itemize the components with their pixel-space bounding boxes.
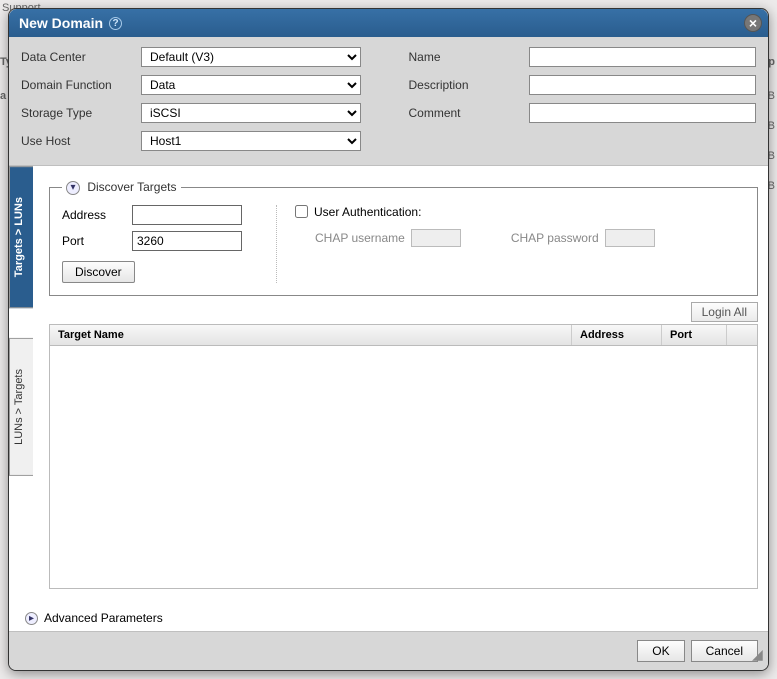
use-host-select[interactable]: Host1 [141, 131, 361, 151]
user-auth-checkbox[interactable] [295, 205, 308, 218]
col-port[interactable]: Port [662, 325, 727, 345]
name-label: Name [409, 50, 529, 64]
login-all-button[interactable]: Login All [691, 302, 758, 322]
form-area: Data Center Default (V3) Domain Function… [9, 37, 768, 165]
table-header: Target Name Address Port [50, 325, 757, 346]
domain-function-label: Domain Function [21, 78, 141, 92]
close-icon[interactable]: × [744, 14, 762, 32]
new-domain-dialog: New Domain ? × Data Center Default (V3) … [8, 8, 769, 671]
ok-button[interactable]: OK [637, 640, 684, 662]
dialog-title: New Domain [19, 15, 103, 31]
discover-button[interactable]: Discover [62, 261, 135, 283]
name-input[interactable] [529, 47, 757, 67]
chap-password-input [605, 229, 655, 247]
main-panel: Targets > LUNs LUNs > Targets ▾ Discover… [9, 165, 768, 599]
storage-type-label: Storage Type [21, 106, 141, 120]
table-body [50, 346, 757, 588]
port-label: Port [62, 234, 132, 248]
use-host-label: Use Host [21, 134, 141, 148]
address-input[interactable] [132, 205, 242, 225]
discover-targets-fieldset: ▾ Discover Targets Address Port Discove [49, 180, 758, 296]
col-target-name[interactable]: Target Name [50, 325, 572, 345]
data-center-label: Data Center [21, 50, 141, 64]
chap-password-label: CHAP password [511, 231, 599, 245]
button-bar: OK Cancel [9, 631, 768, 670]
storage-type-select[interactable]: iSCSI [141, 103, 361, 123]
data-center-select[interactable]: Default (V3) [141, 47, 361, 67]
collapse-icon[interactable]: ▾ [66, 181, 80, 195]
description-input[interactable] [529, 75, 757, 95]
user-auth-label: User Authentication: [314, 205, 421, 219]
side-tabs: Targets > LUNs LUNs > Targets [9, 166, 33, 599]
tab-targets-luns[interactable]: Targets > LUNs [9, 166, 33, 308]
description-label: Description [409, 78, 529, 92]
resize-handle-icon[interactable] [752, 654, 766, 668]
col-address[interactable]: Address [572, 325, 662, 345]
tab-luns-targets[interactable]: LUNs > Targets [9, 338, 33, 476]
advanced-parameters-label: Advanced Parameters [44, 611, 163, 625]
expand-icon[interactable]: ▸ [25, 612, 38, 625]
cancel-button[interactable]: Cancel [691, 640, 758, 662]
comment-input[interactable] [529, 103, 757, 123]
help-icon[interactable]: ? [109, 17, 122, 30]
col-actions [727, 325, 757, 345]
titlebar[interactable]: New Domain ? × [9, 9, 768, 37]
tab-body: ▾ Discover Targets Address Port Discove [33, 166, 768, 599]
chap-username-input [411, 229, 461, 247]
discover-legend: ▾ Discover Targets [62, 180, 181, 195]
domain-function-select[interactable]: Data [141, 75, 361, 95]
address-label: Address [62, 208, 132, 222]
comment-label: Comment [409, 106, 529, 120]
chap-username-label: CHAP username [315, 231, 405, 245]
port-input[interactable] [132, 231, 242, 251]
advanced-parameters-row[interactable]: ▸ Advanced Parameters [9, 599, 768, 631]
targets-table: Target Name Address Port [49, 324, 758, 589]
